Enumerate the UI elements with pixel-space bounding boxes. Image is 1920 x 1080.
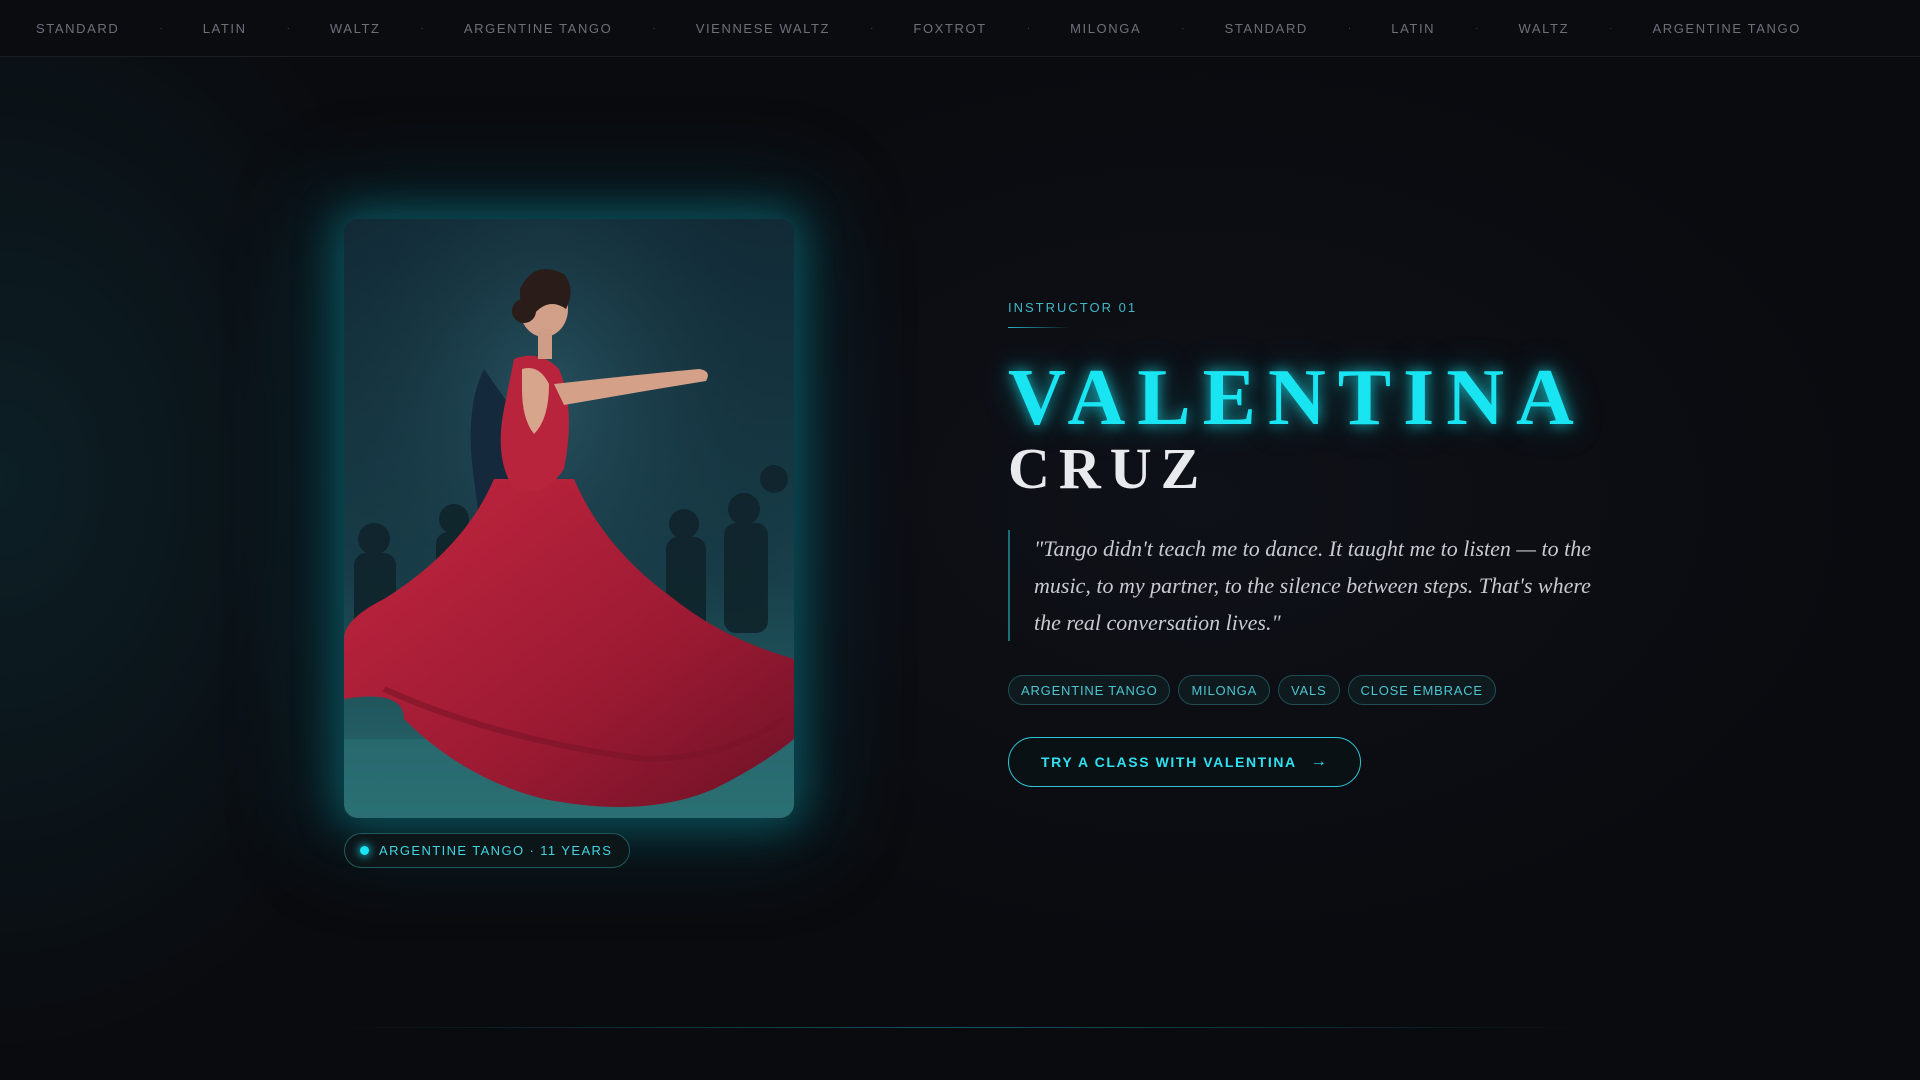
bottom-divider [340,1027,1580,1028]
try-class-button-label: TRY A CLASS WITH VALENTINA [1041,754,1297,770]
marquee-item[interactable]: WALTZ [330,21,381,36]
instructor-quote: "Tango didn't teach me to dance. It taug… [1008,530,1608,641]
specialty-badge-label: ARGENTINE TANGO · 11 YEARS [379,843,613,858]
instructor-last-name: CRUZ [1008,436,1209,501]
eyebrow-underline [1008,327,1070,328]
specialty-tag[interactable]: ARGENTINE TANGO [1008,675,1171,705]
marquee-separator: · [1347,22,1352,34]
try-class-button[interactable]: TRY A CLASS WITH VALENTINA → [1008,737,1362,787]
marquee-separator: · [1181,22,1185,34]
instructor-first-name: VALENTINA [1008,354,1586,442]
marquee-item[interactable]: VIENNESE WALTZ [696,21,830,36]
marquee-separator: · [1609,22,1613,34]
marquee-item[interactable]: STANDARD [36,21,119,36]
specialty-badge: ARGENTINE TANGO · 11 YEARS [344,833,631,868]
marquee-separator: · [1475,22,1479,34]
specialty-tag[interactable]: CLOSE EMBRACE [1347,675,1496,705]
specialty-tag[interactable]: VALS [1278,675,1340,705]
marquee-separator: · [159,22,163,34]
marquee-item[interactable]: WALTZ [1519,21,1570,36]
specialty-tag[interactable]: MILONGA [1178,675,1271,705]
arrow-right-icon: → [1310,753,1329,770]
marquee-item[interactable]: LATIN [1391,21,1435,36]
marquee-separator: · [870,22,874,34]
marquee-item[interactable]: FOXTROT [913,21,986,36]
marquee-separator: · [420,22,424,34]
tango-dancer-illustration [344,219,794,818]
marquee-item[interactable]: LATIN [203,21,247,36]
marquee-item[interactable]: MILONGA [1070,21,1141,36]
instructor-eyebrow: INSTRUCTOR 01 [1008,300,1138,315]
marquee-item[interactable]: ARGENTINE TANGO [1652,21,1800,36]
status-dot-icon [360,846,369,855]
marquee-separator: · [286,22,290,34]
instructor-portrait [344,219,794,818]
dance-style-marquee: STANDARD · LATIN · WALTZ · ARGENTINE TAN… [0,0,1920,57]
marquee-item[interactable]: ARGENTINE TANGO [464,21,612,36]
marquee-separator: · [1026,22,1031,34]
instructor-details: INSTRUCTOR 01 VALENTINA CRUZ "Tango didn… [1008,300,1628,787]
specialty-tags: ARGENTINE TANGO MILONGA VALS CLOSE EMBRA… [1008,675,1628,705]
marquee-item[interactable]: STANDARD [1225,21,1308,36]
marquee-separator: · [652,22,656,34]
